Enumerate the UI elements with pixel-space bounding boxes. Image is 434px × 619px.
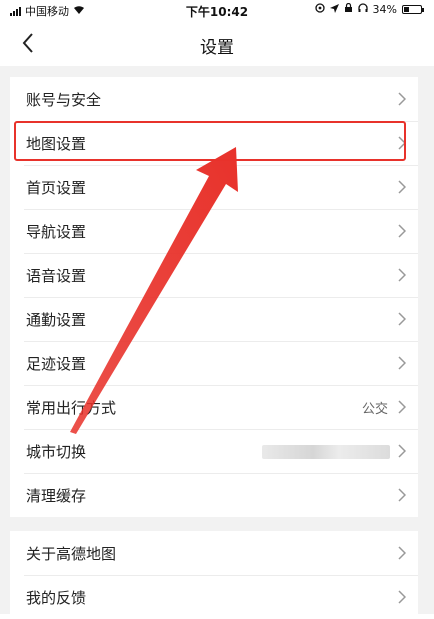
setting-label: 我的反馈: [26, 588, 87, 607]
setting-label: 首页设置: [26, 178, 87, 197]
headphones-icon: [357, 3, 368, 16]
chevron-right-icon: [398, 136, 406, 150]
battery-percent: 34%: [372, 3, 397, 16]
settings-group-about: 关于高德地图 我的反馈: [10, 531, 418, 619]
setting-row-travel-mode[interactable]: 常用出行方式 公交: [10, 385, 418, 429]
setting-label: 足迹设置: [26, 354, 87, 373]
setting-row-navigation-settings[interactable]: 导航设置: [10, 209, 418, 253]
setting-row-about[interactable]: 关于高德地图: [10, 531, 418, 575]
setting-label: 清理缓存: [26, 486, 87, 505]
location-icon: [329, 3, 339, 16]
setting-row-home-settings[interactable]: 首页设置: [10, 165, 418, 209]
setting-label: 通勤设置: [26, 310, 87, 329]
setting-row-voice-settings[interactable]: 语音设置: [10, 253, 418, 297]
chevron-right-icon: [398, 312, 406, 326]
setting-label: 地图设置: [26, 134, 87, 153]
setting-label: 城市切换: [26, 442, 87, 461]
battery-icon: [402, 5, 424, 14]
battery-level-fill: [404, 7, 409, 12]
setting-label: 账号与安全: [26, 90, 102, 109]
chevron-right-icon: [398, 488, 406, 502]
setting-label: 语音设置: [26, 266, 87, 285]
setting-label: 关于高德地图: [26, 544, 117, 563]
chevron-right-icon: [398, 356, 406, 370]
setting-label: 导航设置: [26, 222, 87, 241]
setting-row-clear-cache[interactable]: 清理缓存: [10, 473, 418, 517]
chevron-right-icon: [398, 546, 406, 560]
chevron-right-icon: [398, 400, 406, 414]
alarm-icon: [314, 3, 325, 16]
setting-label: 常用出行方式: [26, 398, 117, 417]
setting-row-feedback[interactable]: 我的反馈: [10, 575, 418, 619]
settings-group-main: 账号与安全 地图设置 首页设置 导航设置 语音设置 通勤设置 足迹设置 常用出行…: [10, 77, 418, 517]
blurred-city-value: [262, 445, 390, 459]
status-right: 34%: [314, 2, 424, 16]
navigation-bar: 设置: [0, 20, 434, 66]
chevron-right-icon: [398, 92, 406, 106]
setting-value: 公交: [361, 401, 388, 417]
setting-row-city-switch[interactable]: 城市切换: [10, 429, 418, 473]
chevron-right-icon: [398, 444, 406, 458]
setting-row-account-security[interactable]: 账号与安全: [10, 77, 418, 121]
setting-row-footprint-settings[interactable]: 足迹设置: [10, 341, 418, 385]
setting-row-map-settings[interactable]: 地图设置: [10, 121, 418, 165]
setting-row-commute-settings[interactable]: 通勤设置: [10, 297, 418, 341]
chevron-right-icon: [398, 590, 406, 604]
chevron-right-icon: [398, 224, 406, 238]
chevron-right-icon: [398, 268, 406, 282]
chevron-right-icon: [398, 180, 406, 194]
status-bar: 中国移动 下午10:42 34%: [0, 0, 434, 20]
page-title: 设置: [200, 38, 234, 58]
lock-rotation-icon: [344, 2, 353, 16]
